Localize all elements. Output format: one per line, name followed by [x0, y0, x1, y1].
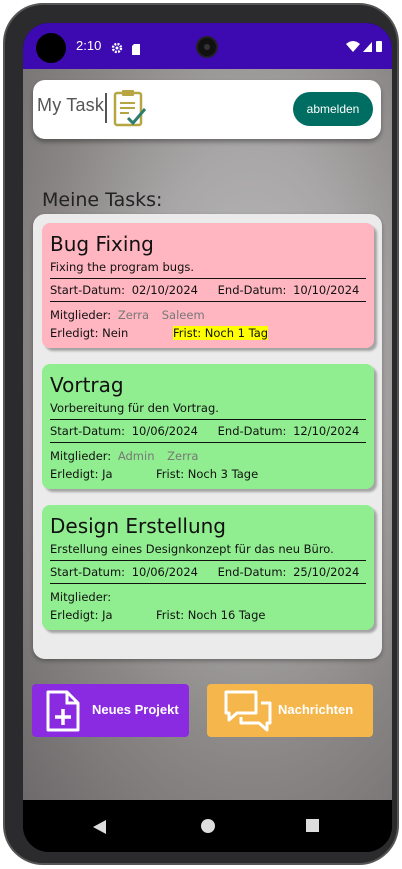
done-value: Ja: [102, 467, 113, 481]
member-name: Zerra: [117, 308, 150, 322]
sd-card-icon: [131, 40, 141, 59]
divider: [50, 583, 366, 584]
home-icon[interactable]: [201, 819, 215, 833]
task-dates: Start-Datum: 02/10/2024 End-Datum: 10/10…: [50, 283, 359, 297]
status-time: 2:10: [76, 38, 102, 53]
app-content: My Task abmelden Meine Tasks: Bug Fixing…: [23, 69, 392, 800]
task-dates: Start-Datum: 10/06/2024 End-Datum: 12/10…: [50, 424, 359, 438]
logo-text: My Task: [37, 95, 105, 115]
start-label: Start-Datum:: [50, 424, 126, 438]
task-members: Mitglieder: Zerra Saleem: [50, 308, 211, 322]
members-label: Mitglieder:: [50, 590, 112, 604]
task-done: Erledigt: Ja: [50, 467, 113, 481]
task-deadline: Frist: Noch 16 Tage: [156, 608, 265, 622]
member-name: Admin: [117, 449, 155, 463]
task-description: Fixing the program bugs.: [50, 260, 195, 274]
task-title: Bug Fixing: [50, 232, 154, 256]
end-date: 10/10/2024: [293, 283, 360, 297]
task-members: Mitglieder: Admin Zerra: [50, 449, 204, 463]
system-nav-bar: [23, 800, 392, 852]
task-deadline: Frist: Noch 1 Tag: [173, 326, 269, 340]
deadline-label: Frist:: [156, 467, 185, 481]
front-camera: [196, 36, 218, 58]
done-value: Nein: [102, 326, 129, 340]
gear-icon: [111, 39, 123, 58]
task-card[interactable]: Bug Fixing Fixing the program bugs. Star…: [42, 223, 374, 348]
phone-frame: 2:10 My Task abmelden Meine Tasks: Bug F…: [3, 3, 399, 865]
end-label: End-Datum:: [217, 565, 287, 579]
task-done: Erledigt: Nein: [50, 326, 128, 340]
task-card[interactable]: Vortrag Vorbereitung für den Vortrag. St…: [42, 364, 374, 489]
end-label: End-Datum:: [217, 283, 287, 297]
recent-apps-icon[interactable]: [306, 819, 319, 832]
wifi-icon: [346, 41, 360, 52]
signal-icon: [363, 42, 372, 52]
task-list[interactable]: Bug Fixing Fixing the program bugs. Star…: [33, 214, 382, 659]
app-header: My Task abmelden: [33, 80, 381, 139]
deadline-value: Noch 3 Tage: [187, 467, 259, 481]
divider: [50, 419, 366, 420]
done-label: Erledigt:: [50, 467, 99, 481]
screen: 2:10 My Task abmelden Meine Tasks: Bug F…: [23, 23, 392, 852]
battery-icon: [376, 41, 382, 52]
divider: [50, 442, 366, 443]
done-label: Erledigt:: [50, 326, 99, 340]
divider: [50, 278, 366, 279]
end-label: End-Datum:: [217, 424, 287, 438]
member-name: Saleem: [161, 308, 205, 322]
end-date: 25/10/2024: [293, 565, 360, 579]
status-icons: [345, 39, 385, 58]
members-label: Mitglieder:: [50, 449, 112, 463]
new-project-label: Neues Projekt: [92, 702, 179, 717]
deadline-label: Frist:: [173, 326, 202, 340]
start-date: 02/10/2024: [131, 283, 198, 297]
members-label: Mitglieder:: [50, 308, 112, 322]
back-icon[interactable]: [93, 819, 106, 838]
add-document-icon: [45, 689, 81, 737]
chat-bubbles-icon: [223, 689, 273, 737]
messages-label: Nachrichten: [278, 702, 354, 717]
task-done: Erledigt: Ja: [50, 608, 113, 622]
done-label: Erledigt:: [50, 608, 99, 622]
task-title: Design Erstellung: [50, 514, 226, 538]
divider: [50, 560, 366, 561]
start-label: Start-Datum:: [50, 565, 126, 579]
start-date: 10/06/2024: [131, 565, 198, 579]
messages-button[interactable]: Nachrichten: [207, 684, 373, 737]
task-deadline: Frist: Noch 3 Tage: [156, 467, 258, 481]
done-value: Ja: [102, 608, 113, 622]
app-logo: My Task: [37, 89, 147, 131]
end-date: 12/10/2024: [293, 424, 360, 438]
task-dates: Start-Datum: 10/06/2024 End-Datum: 25/10…: [50, 565, 359, 579]
logo-divider: [105, 93, 107, 123]
status-bar: 2:10: [23, 23, 392, 69]
deadline-label: Frist:: [156, 608, 185, 622]
logout-button[interactable]: abmelden: [293, 92, 373, 126]
task-description: Erstellung eines Designkonzept für das n…: [50, 542, 334, 556]
member-name: Zerra: [167, 449, 199, 463]
new-project-button[interactable]: Neues Projekt: [32, 684, 189, 737]
task-members: Mitglieder:: [50, 590, 111, 604]
start-label: Start-Datum:: [50, 283, 126, 297]
clipboard-check-icon: [113, 89, 147, 133]
deadline-value: Noch 16 Tage: [187, 608, 266, 622]
start-date: 10/06/2024: [131, 424, 198, 438]
divider: [50, 301, 366, 302]
camera-cutout: [36, 33, 66, 63]
task-title: Vortrag: [50, 373, 124, 397]
section-title: Meine Tasks:: [42, 189, 163, 211]
task-description: Vorbereitung für den Vortrag.: [50, 401, 219, 415]
deadline-value: Noch 1 Tag: [204, 326, 269, 340]
task-card[interactable]: Design Erstellung Erstellung eines Desig…: [42, 505, 374, 630]
